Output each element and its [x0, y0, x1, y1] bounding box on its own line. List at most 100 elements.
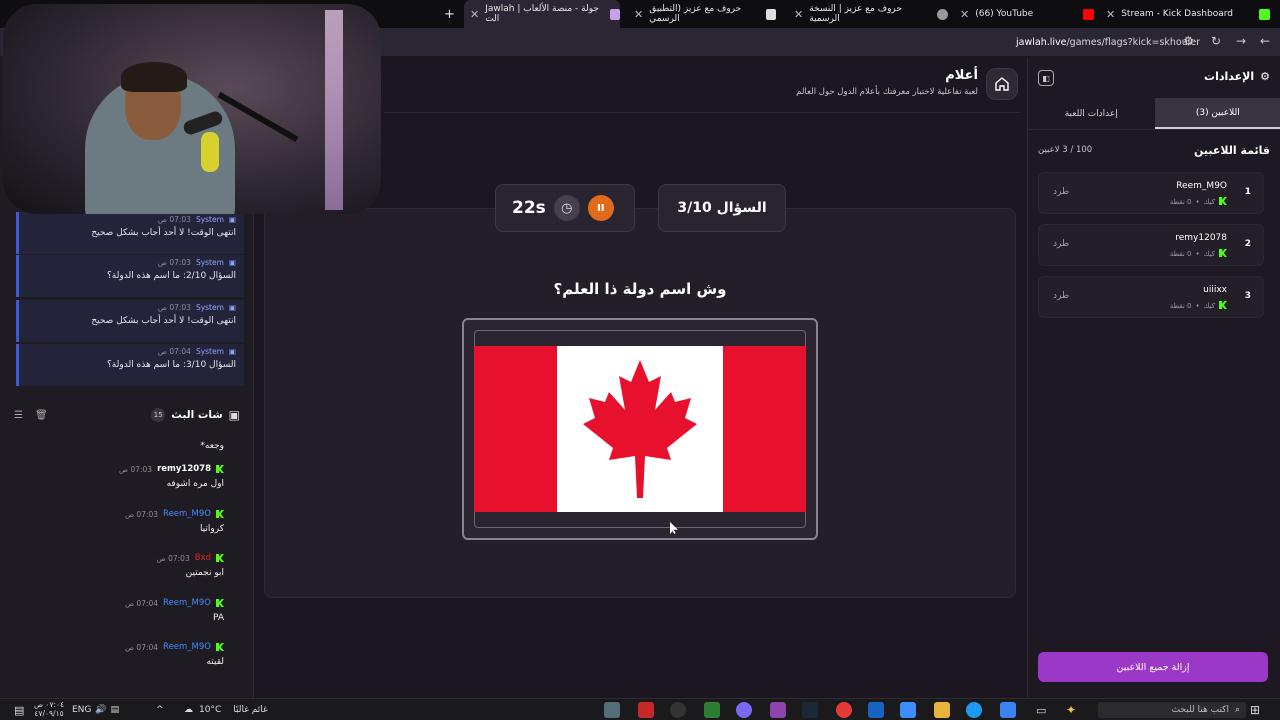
- time: 07:04 ص: [124, 642, 159, 652]
- weather-text: غائم غالبًا: [233, 705, 268, 715]
- username[interactable]: remy12078: [157, 464, 211, 474]
- player-count: 100 / 3 لاعبين: [1038, 145, 1093, 155]
- task-view-icon[interactable]: ▭: [1036, 702, 1046, 718]
- weather-widget[interactable]: ☁ 10°C غائم غالبًا: [184, 702, 268, 718]
- tab-players[interactable]: اللاعبين (3): [1154, 98, 1280, 129]
- app-icon[interactable]: [704, 702, 720, 718]
- player-meta: كيك • 0 نقطة: [1170, 301, 1227, 311]
- network-icon[interactable]: ▤: [111, 705, 120, 715]
- app-icon[interactable]: [770, 702, 786, 718]
- taskbar-app-icon[interactable]: [1000, 702, 1016, 718]
- trash-icon[interactable]: 🗑: [35, 410, 48, 421]
- tab-label: Jawlah | جولة - منصة الألعاب الت: [485, 4, 599, 24]
- tab-game-settings[interactable]: إعدادات اللعبة: [1028, 98, 1155, 129]
- points: 0 نقطة: [1169, 250, 1192, 258]
- new-tab-button[interactable]: +: [444, 0, 458, 28]
- cloud-icon: ☁: [184, 705, 193, 715]
- obs-icon[interactable]: [670, 702, 686, 718]
- time: 07:03 ص: [157, 303, 191, 312]
- app-icon[interactable]: [604, 702, 620, 718]
- streamer-hair: [121, 62, 187, 92]
- clock-date: ٤٧/٠٩/١٥: [34, 709, 64, 718]
- chat-message: وجعه*: [0, 436, 240, 451]
- tab-kick-dashboard[interactable]: ✕ Stream - Kick Dashboard: [1100, 0, 1270, 28]
- chat-message: Bxd 07:03 ص ابو نجمتين: [0, 553, 240, 578]
- site-settings-icon[interactable]: ⚙: [1183, 34, 1194, 48]
- language-indicator[interactable]: ENG: [72, 705, 91, 715]
- game-subtitle: لعبة تفاعلية لاختبار معرفتك بأعلام الدول…: [796, 87, 978, 97]
- copilot-icon[interactable]: ✦: [1066, 702, 1076, 718]
- tab-label: حروف مع عزيز (التطبيق الرسمي: [649, 4, 742, 24]
- maple-leaf-icon: [583, 360, 697, 498]
- reload-icon[interactable]: ↻: [1211, 34, 1221, 48]
- message-text: انتهى الوقت! لا أحد أجاب بشكل صحيح: [91, 316, 236, 326]
- weather-temp: 10°C: [199, 705, 222, 715]
- player-meta: كيك • 0 نقطة: [1170, 249, 1227, 259]
- windows-start-icon[interactable]: ⊞: [1250, 702, 1260, 718]
- pause-button[interactable]: II: [587, 195, 614, 221]
- search-icon: ⌕: [1234, 705, 1240, 715]
- kick-badge-icon: [216, 510, 224, 518]
- close-icon[interactable]: ✕: [470, 8, 479, 21]
- player-name: uiiixx: [1203, 285, 1227, 295]
- close-icon[interactable]: ✕: [1106, 8, 1115, 21]
- list-icon[interactable]: ☰: [14, 410, 23, 421]
- tray-icons: ENG 🔊 ▤: [72, 702, 119, 718]
- platform: كيك: [1203, 198, 1215, 206]
- message-text: انتهى الوقت! لا أحد أجاب بشكل صحيح: [91, 228, 236, 238]
- url-field[interactable]: jawlah.live/games/flags?kick=skhouler: [1016, 37, 1200, 48]
- kick-player-button[interactable]: طرد: [1053, 239, 1069, 249]
- time: 07:04 ص: [124, 598, 159, 608]
- chat-icon: ▣: [228, 408, 240, 422]
- time: 07:03 ص: [156, 553, 190, 563]
- system-message: ▣ System 07:04 ص السؤال 3/10: ما اسم هذه ا…: [16, 344, 244, 386]
- flag-center: [557, 346, 723, 512]
- kick-player-button[interactable]: طرد: [1053, 291, 1069, 301]
- flag-band-left: [474, 346, 557, 512]
- time: 07:03 ص: [124, 509, 159, 519]
- close-icon[interactable]: ✕: [794, 8, 803, 21]
- remove-all-players-button[interactable]: إزالة جميع اللاعبين: [1038, 652, 1268, 682]
- tab-jawlah[interactable]: ✕ Jawlah | جولة - منصة الألعاب الت: [464, 0, 620, 28]
- steam-icon[interactable]: [802, 702, 818, 718]
- clock[interactable]: ٠٧:٠٤ ص ٤٧/٠٩/١٥: [34, 700, 64, 718]
- chat-message: Reem_M9O 07:03 ص كرواتيا: [0, 509, 240, 534]
- close-icon[interactable]: ✕: [960, 8, 969, 21]
- kick-badge-icon: [1219, 197, 1227, 205]
- timer-value: 22s: [512, 198, 546, 218]
- close-icon[interactable]: ✕: [634, 8, 643, 21]
- username[interactable]: Reem_M9O: [163, 509, 211, 519]
- clock-icon: ◷: [553, 195, 580, 221]
- collapse-panel-button[interactable]: ◧: [1038, 70, 1054, 86]
- file-explorer-icon[interactable]: [934, 702, 950, 718]
- back-icon[interactable]: ←: [1260, 34, 1270, 48]
- app-icon[interactable]: [638, 702, 654, 718]
- outlook-icon[interactable]: [868, 702, 884, 718]
- volume-icon[interactable]: 🔊: [95, 705, 106, 715]
- tab-youtube[interactable]: ✕ (66) YouTube: [954, 0, 1094, 28]
- player-name: Reem_M9O: [1176, 181, 1227, 191]
- home-button[interactable]: [986, 68, 1018, 100]
- system-message: ▣ System 07:03 ص انتهى الوقت! لا أحد أجاب …: [16, 300, 244, 342]
- taskbar-search[interactable]: ⌕ اكتب هنا للبحث: [1098, 702, 1246, 718]
- username[interactable]: Reem_M9O: [163, 642, 211, 652]
- app-icon[interactable]: [736, 702, 752, 718]
- message-text: السؤال 2/10: ما اسم هذه الدولة؟: [107, 271, 236, 281]
- search-placeholder: اكتب هنا للبحث: [1171, 705, 1229, 715]
- forward-icon[interactable]: →: [1236, 34, 1246, 48]
- kick-player-button[interactable]: طرد: [1053, 187, 1069, 197]
- username[interactable]: Reem_M9O: [163, 598, 211, 608]
- tab-horof-official[interactable]: ✕ حروف مع عزيز | النسخة الرسمية: [788, 0, 948, 28]
- store-icon[interactable]: [900, 702, 916, 718]
- edge-icon[interactable]: [966, 702, 982, 718]
- chat-message: Reem_M9O 07:04 ص لقيته: [0, 642, 240, 667]
- settings-tabs: اللاعبين (3) إعدادات اللعبة: [1028, 98, 1280, 130]
- tab-horof-app[interactable]: ✕ حروف مع عزيز (التطبيق الرسمي: [628, 0, 776, 28]
- platform: كيك: [1203, 302, 1215, 310]
- chevron-up-icon[interactable]: ^: [156, 705, 164, 715]
- username[interactable]: Bxd: [195, 553, 211, 563]
- notifications-icon[interactable]: ▤: [14, 702, 24, 718]
- settings-header: ⚙ الإعدادات: [1204, 70, 1270, 83]
- sender: System: [195, 258, 224, 267]
- chrome-icon[interactable]: [836, 702, 852, 718]
